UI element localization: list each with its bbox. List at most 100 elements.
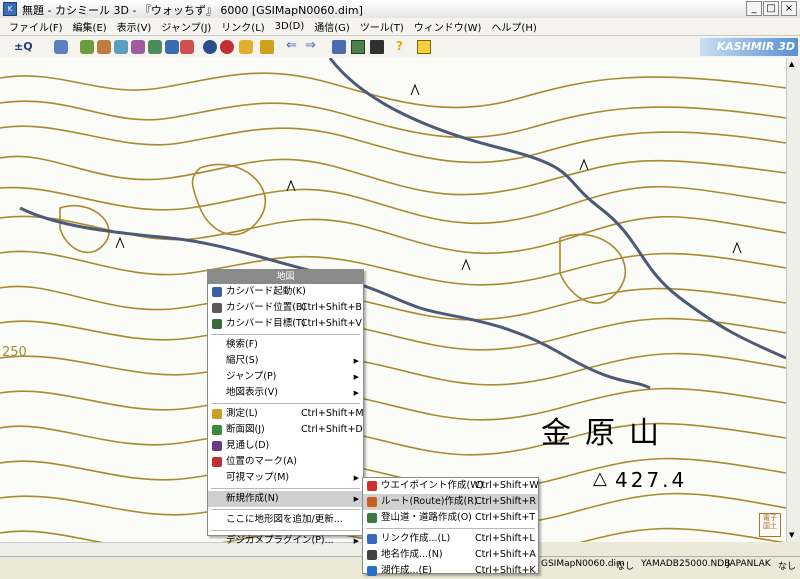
scroll-up-icon[interactable]: ▲ [789,60,794,68]
context-menu-item-label: 新規作成(N) [226,493,279,504]
context-menu-item-label: 見通し(D) [226,440,270,451]
app-icon: K [3,2,17,16]
zoom-in-icon[interactable]: ±Q [14,40,36,54]
forward-arrow-icon[interactable]: ⇒ [305,39,319,54]
submenu-item[interactable]: ルート(Route)作成(R) Ctrl+Shift+R [363,494,538,510]
context-menu-item[interactable]: 検索(F) [208,337,363,353]
submenu-item-label: ウエイポイント作成(W) [381,480,484,491]
route-tool-icon[interactable] [239,40,253,54]
context-menu-item[interactable]: 見通し(D) [208,438,363,454]
context-menu-item[interactable]: カシバード位置(B) Ctrl+Shift+B [208,300,363,316]
map-tool-5-icon[interactable] [148,40,162,54]
menu-separator [366,528,535,529]
submenu-item-shortcut: Ctrl+Shift+L [475,533,535,544]
context-menu-item-shortcut: Ctrl+Shift+M [301,408,364,419]
lake-icon [367,566,377,576]
map-view[interactable]: 250 金原山 △ 427.4 電子国土 [0,58,786,542]
target-icon [212,319,222,329]
window-title: 無題 - カシミール 3D - 『ウォッちず』 6000 [GSIMapN006… [22,4,363,17]
menu-view[interactable]: 表示(V) [112,19,157,34]
context-menu-item[interactable]: 地図表示(V) ▶ [208,385,363,401]
context-menu-item[interactable]: 可視マップ(M) ▶ [208,470,363,486]
camera-icon[interactable] [332,40,346,54]
map-tool-7-icon[interactable] [180,40,194,54]
context-menu-item[interactable]: 断面図(J) Ctrl+Shift+D [208,422,363,438]
context-menu-item[interactable]: 新規作成(N) ▶ [208,491,363,507]
status-map-file: GSIMapN0060.dim [541,559,625,569]
context-menu-item-label: カシバード起動(K) [226,286,306,297]
menu-window[interactable]: ウィンドウ(W) [409,19,487,34]
context-menu-item[interactable]: デジカメプラグイン(P)... ▶ [208,533,363,549]
help-icon[interactable]: ? [396,40,410,54]
map-tool-3-icon[interactable] [114,40,128,54]
context-menu-item-shortcut: Ctrl+Shift+B [301,302,362,313]
close-button[interactable]: × [781,1,797,16]
grid-icon[interactable] [351,40,365,54]
menu-tools[interactable]: ツール(T) [355,19,409,34]
map-tool-1-icon[interactable] [80,40,94,54]
binoculars-icon[interactable] [203,40,217,54]
map-tool-6-icon[interactable] [165,40,179,54]
context-menu-header: 地図 [208,270,363,284]
marker-icon[interactable] [220,40,234,54]
info-icon[interactable] [417,40,431,54]
status-lake-file: JAPANLAK [727,559,771,569]
scroll-down-icon[interactable]: ▼ [789,531,794,539]
menu-3d[interactable]: 3D(D) [270,21,310,32]
menu-jump[interactable]: ジャンプ(J) [156,19,216,34]
context-menu-item[interactable]: ジャンプ(P) ▶ [208,369,363,385]
trail-icon [367,513,377,523]
layer-icon[interactable] [54,40,68,54]
status-field-1: なし [616,562,635,572]
submenu-item-shortcut: Ctrl+Shift+A [475,549,536,560]
context-menu-item-label: ジャンプ(P) [226,371,277,382]
submenu-item-shortcut: Ctrl+Shift+W [475,480,539,491]
cyber-japan-stamp: 電子国土 [759,513,781,537]
context-menu-item[interactable]: 測定(L) Ctrl+Shift+M [208,406,364,422]
context-menu-item-shortcut: Ctrl+Shift+V [301,318,362,329]
context-menu-item-label: カシバード位置(B) [226,302,307,313]
pencil-icon[interactable] [260,40,274,54]
submenu-item-label: 湖作成...(E) [381,565,432,576]
context-menu-item[interactable]: 位置のマーク(A) [208,454,363,470]
map-tool-4-icon[interactable] [131,40,145,54]
elevation-label: 427.4 [615,468,688,492]
back-arrow-icon[interactable]: ⇐ [286,39,300,54]
context-menu-item[interactable]: ここに地形図を追加/更新... [208,512,363,528]
maximize-button[interactable]: □ [763,1,779,16]
submenu-item[interactable]: 登山道・道路作成(O) Ctrl+Shift+T [363,510,538,526]
new-submenu: ウエイポイント作成(W) Ctrl+Shift+W ルート(Route)作成(R) C… [362,477,539,576]
context-menu-item[interactable]: カシバード目標(T) Ctrl+Shift+V [208,316,363,332]
submenu-item[interactable]: 地名作成...(N) Ctrl+Shift+A [363,547,538,563]
placename-icon [367,550,377,560]
menu-link[interactable]: リンク(L) [216,19,269,34]
submenu-item[interactable]: ウエイポイント作成(W) Ctrl+Shift+W [363,478,539,494]
submenu-arrow-icon: ▶ [353,474,359,482]
context-menu-item-label: 断面図(J) [226,424,265,435]
submenu-item[interactable]: 湖作成...(E) Ctrl+Shift+K [363,563,538,579]
save-icon[interactable] [370,40,384,54]
status-db-file: YAMADB25000.NDB [641,559,731,569]
submenu-item-shortcut: Ctrl+Shift+K [475,565,536,576]
map-tool-2-icon[interactable] [97,40,111,54]
menu-file[interactable]: ファイル(F) [4,19,68,34]
title-bar: K 無題 - カシミール 3D - 『ウォッちず』 6000 [GSIMapN0… [0,0,800,19]
context-menu-item[interactable]: カシバード起動(K) [208,284,363,300]
minimize-button[interactable]: _ [746,1,762,16]
menu-edit[interactable]: 編集(E) [68,19,112,34]
menu-help[interactable]: ヘルプ(H) [486,19,541,34]
submenu-arrow-icon: ▶ [353,495,359,503]
submenu-item[interactable]: リンク作成...(L) Ctrl+Shift+L [363,531,538,547]
toolbar: ±Q ⇐ ⇒ ? KASHMIR 3D [0,36,800,59]
context-menu-item-label: 縮尺(S) [226,355,259,366]
context-menu: 地図 カシバード起動(K) カシバード位置(B) Ctrl+Shift+B カシバード… [207,269,364,546]
submenu-item-label: リンク作成...(L) [381,533,451,544]
menu-separator [211,530,360,531]
context-menu-item-label: 地図表示(V) [226,387,278,398]
context-menu-item[interactable]: 縮尺(S) ▶ [208,353,363,369]
menu-separator [211,488,360,489]
contour-label: 250 [2,345,27,360]
menu-comm[interactable]: 通信(G) [309,19,355,34]
context-menu-item-label: 測定(L) [226,408,258,419]
vertical-scrollbar[interactable]: ▲ ▼ [786,58,800,542]
